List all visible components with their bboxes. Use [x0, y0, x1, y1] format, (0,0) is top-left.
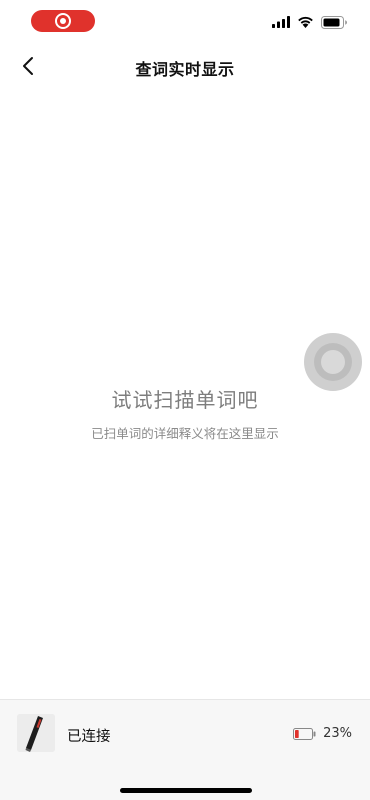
- status-bar: [0, 0, 370, 44]
- assistive-touch-icon: [314, 343, 352, 381]
- scanner-pen-image: [17, 714, 55, 752]
- assistive-touch-button[interactable]: [304, 333, 362, 391]
- record-dot: [60, 18, 66, 24]
- empty-state-subtitle: 已扫单词的详细释义将在这里显示: [91, 426, 279, 441]
- record-icon: [55, 13, 71, 29]
- assistive-touch-core: [321, 350, 345, 374]
- page-title: 查词实时显示: [135, 60, 235, 79]
- empty-state-title: 试试扫描单词吧: [111, 388, 259, 412]
- device-status-bar[interactable]: 已连接 23%: [0, 699, 370, 800]
- battery-icon: [321, 15, 347, 29]
- scanner-pen-icon: [17, 714, 55, 752]
- wifi-icon: [298, 16, 313, 28]
- status-icons: [272, 15, 348, 29]
- connection-status: 已连接: [67, 729, 111, 745]
- battery-low-icon: [293, 727, 316, 740]
- screen: 查词实时显示 试试扫描单词吧 已扫单词的详细释义将在这里显示 已连接 23%: [0, 0, 370, 800]
- device-battery: 23%: [293, 726, 352, 741]
- home-indicator[interactable]: [120, 788, 252, 793]
- empty-state: 试试扫描单词吧 已扫单词的详细释义将在这里显示: [0, 386, 370, 442]
- battery-percent: 23%: [323, 726, 352, 741]
- nav-bar: 查词实时显示: [0, 44, 370, 88]
- screen-recording-indicator[interactable]: [31, 10, 95, 32]
- signal-icon: [272, 16, 290, 28]
